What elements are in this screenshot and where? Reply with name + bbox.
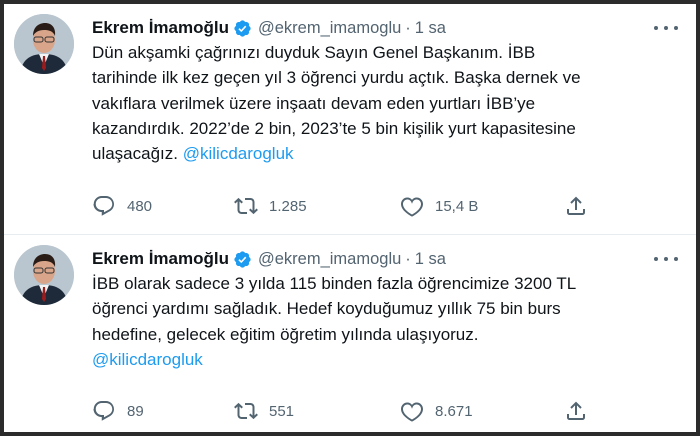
like-icon [401, 197, 423, 217]
person-avatar-icon [14, 14, 74, 74]
text-line: öğrenci yardımı sağladık. Hedef koyduğum… [92, 299, 561, 319]
author-name[interactable]: Ekrem İmamoğlu [92, 18, 229, 38]
tweet-actions: 89 551 8.671 [92, 398, 602, 424]
like-count: 8.671 [435, 402, 473, 420]
mention-link[interactable]: @kilicdarogluk [92, 350, 203, 369]
text-line: hedefine, gelecek eğitim öğretim yılında… [92, 324, 479, 344]
like-button[interactable]: 15,4 B [400, 193, 478, 219]
share-icon [567, 196, 585, 215]
retweet-button[interactable]: 551 [234, 398, 294, 424]
share-button[interactable] [564, 193, 588, 219]
retweet-icon [234, 402, 258, 420]
text-line: vakıflara verilmek üzere inşaatı devam e… [92, 93, 536, 113]
person-avatar-icon [14, 245, 74, 305]
reply-button[interactable]: 89 [92, 398, 144, 424]
retweet-count: 1.285 [269, 197, 307, 215]
tweet-text: Dün akşamki çağrınızı duyduk Sayın Genel… [92, 40, 672, 166]
like-count: 15,4 B [435, 197, 479, 215]
text-line: ulaşacağız. @kilicdarogluk [92, 141, 672, 166]
more-icon[interactable] [654, 249, 678, 269]
text-line: kazandırdık. 2022’de 2 bin, 2023’te 5 bi… [92, 118, 576, 138]
tweet-header: Ekrem İmamoğlu @ekrem_imamoglu · 1 sa [92, 247, 446, 271]
like-icon [401, 402, 423, 422]
text-line: @kilicdarogluk [92, 347, 672, 372]
verified-badge-icon [234, 19, 251, 37]
tweet-thread: Ekrem İmamoğlu @ekrem_imamoglu · 1 sa Dü… [4, 4, 696, 432]
reply-count: 480 [127, 197, 153, 215]
reply-icon [93, 196, 114, 216]
retweet-count: 551 [269, 402, 295, 420]
author-handle[interactable]: @ekrem_imamoglu [258, 19, 401, 38]
reply-button[interactable]: 480 [92, 193, 152, 219]
like-button[interactable]: 8.671 [400, 398, 473, 424]
author-handle[interactable]: @ekrem_imamoglu [258, 250, 401, 269]
share-button[interactable] [564, 398, 588, 424]
text-segment: ulaşacağız. [92, 144, 178, 164]
tweet-actions: 480 1.285 15,4 B [92, 193, 602, 219]
retweet-button[interactable]: 1.285 [234, 193, 307, 219]
retweet-icon [234, 197, 258, 215]
separator-dot: · [405, 18, 411, 37]
tweet-text: İBB olarak sadece 3 yılda 115 binden faz… [92, 271, 672, 372]
text-line: İBB olarak sadece 3 yılda 115 binden faz… [92, 274, 577, 293]
tweet-header: Ekrem İmamoğlu @ekrem_imamoglu · 1 sa [92, 16, 446, 40]
text-line: tarihinde ilk kez geçen yıl 3 öğrenci yu… [92, 68, 581, 88]
author-name[interactable]: Ekrem İmamoğlu [92, 249, 229, 269]
reply-icon [93, 401, 114, 421]
share-icon [567, 401, 585, 420]
reply-count: 89 [127, 402, 144, 420]
tweet[interactable]: Ekrem İmamoğlu @ekrem_imamoglu · 1 sa Dü… [4, 4, 696, 234]
avatar[interactable] [14, 245, 74, 305]
timestamp[interactable]: 1 sa [415, 19, 446, 38]
more-icon[interactable] [654, 18, 678, 38]
mention-link[interactable]: @kilicdarogluk [183, 144, 294, 163]
text-line: Dün akşamki çağrınızı duyduk Sayın Genel… [92, 43, 536, 62]
separator-dot: · [405, 249, 411, 268]
verified-badge-icon [234, 250, 251, 268]
timestamp[interactable]: 1 sa [415, 250, 446, 269]
tweet[interactable]: Ekrem İmamoğlu @ekrem_imamoglu · 1 sa İB… [4, 235, 696, 432]
avatar[interactable] [14, 14, 74, 74]
